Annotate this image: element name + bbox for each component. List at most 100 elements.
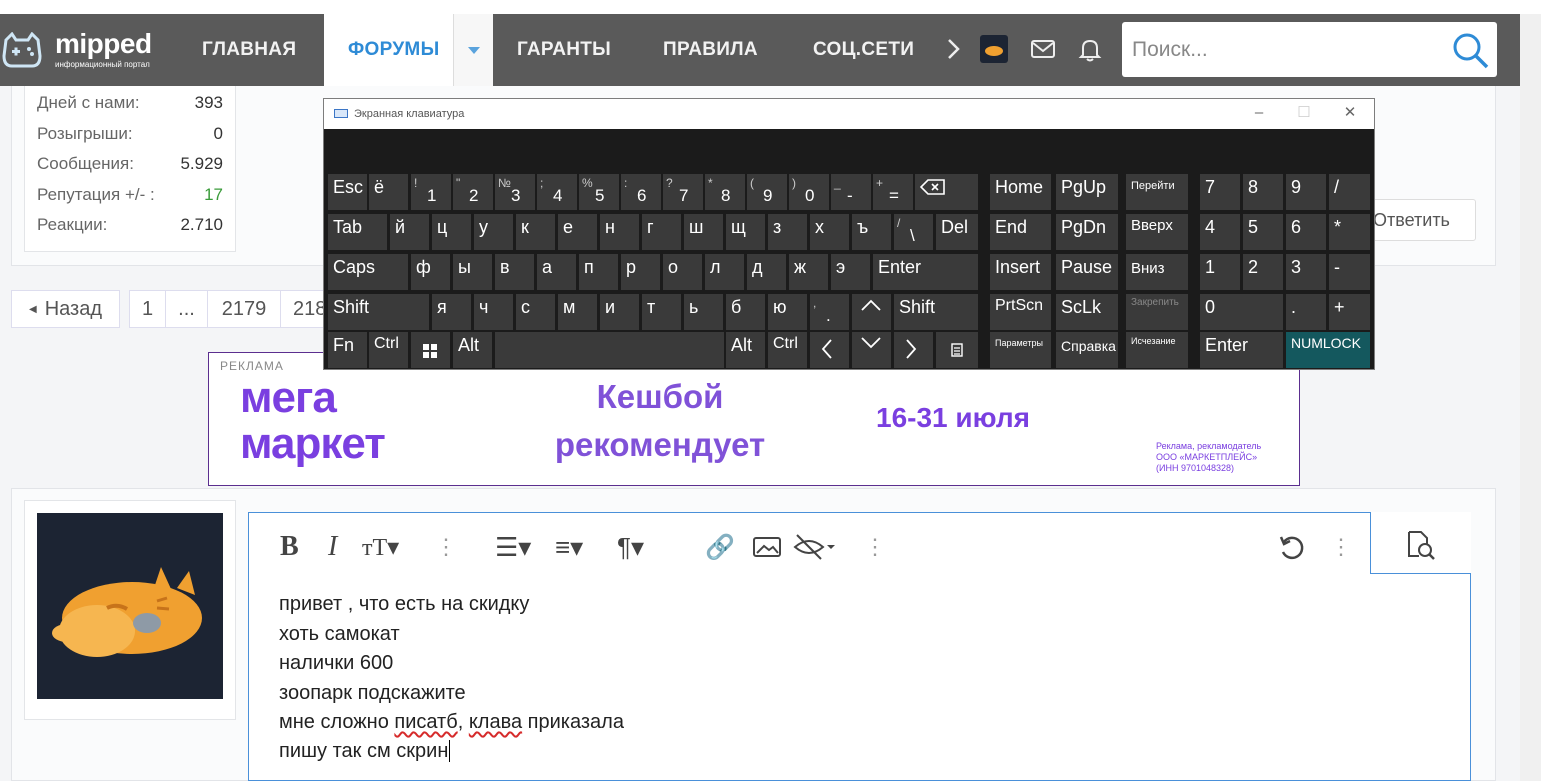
pager-page-1[interactable]: 1: [129, 290, 166, 328]
key-np7[interactable]: 7: [1200, 174, 1240, 210]
user-avatar-icon[interactable]: [980, 35, 1008, 63]
more-vertical-icon[interactable]: ⋮: [1330, 530, 1352, 564]
key-ctrl-right[interactable]: Ctrl: [768, 332, 807, 368]
minimize-icon[interactable]: –: [1249, 103, 1269, 123]
key-down[interactable]: Вниз: [1126, 254, 1188, 290]
key-insert[interactable]: Insert: [990, 254, 1051, 290]
key-up[interactable]: Вверх: [1126, 214, 1188, 250]
key-esc[interactable]: Esc: [328, 174, 367, 210]
key-ctrl-left[interactable]: Ctrl: [369, 332, 408, 368]
key-letter[interactable]: ф: [411, 254, 450, 290]
key-np6[interactable]: 6: [1286, 214, 1326, 250]
key-pgup[interactable]: PgUp: [1056, 174, 1118, 210]
image-icon[interactable]: [752, 535, 782, 559]
key-np0[interactable]: 0: [1200, 294, 1283, 330]
pager-page-next[interactable]: 218: [280, 290, 324, 328]
osk-titlebar[interactable]: Экранная клавиатура – ☐ ✕: [324, 99, 1374, 129]
key-2[interactable]: " 2: [453, 174, 493, 210]
key-np-divide[interactable]: /: [1329, 174, 1370, 210]
key-np-enter[interactable]: Enter: [1200, 332, 1283, 368]
key-arrow-left[interactable]: [810, 332, 849, 368]
key-windows[interactable]: [411, 332, 450, 368]
search-icon[interactable]: [1450, 30, 1490, 70]
key-letter[interactable]: ю: [768, 294, 807, 330]
key-dock[interactable]: Закрепить: [1126, 294, 1188, 330]
nav-rules[interactable]: ПРАВИЛА: [663, 14, 758, 86]
key-caps[interactable]: Caps: [328, 254, 408, 290]
key-3[interactable]: № 3: [495, 174, 535, 210]
key-arrow-down[interactable]: [852, 332, 891, 368]
key-end[interactable]: End: [990, 214, 1051, 250]
more-vertical-icon[interactable]: ⋮: [864, 530, 886, 564]
key-prtscn[interactable]: PrtScn: [990, 294, 1051, 330]
hidden-eye-icon[interactable]: [793, 533, 837, 561]
key-6[interactable]: :6: [621, 174, 661, 210]
key-np-add[interactable]: +: [1329, 294, 1370, 330]
key-yo[interactable]: ё: [369, 174, 408, 210]
key-shift-left[interactable]: Shift: [328, 294, 429, 330]
key-letter[interactable]: я: [432, 294, 471, 330]
misspelled-word[interactable]: клава: [469, 711, 522, 733]
key-letter[interactable]: ъ: [852, 214, 891, 250]
key-space[interactable]: [495, 332, 724, 368]
key-1[interactable]: ! 1: [411, 174, 451, 210]
key-np1[interactable]: 1: [1200, 254, 1240, 290]
key-letter[interactable]: л: [705, 254, 744, 290]
avatar[interactable]: [37, 513, 223, 699]
key-fade[interactable]: Исчезание: [1126, 332, 1188, 368]
key-letter[interactable]: р: [621, 254, 660, 290]
key-letter[interactable]: х: [810, 214, 849, 250]
key-period[interactable]: ,.: [810, 294, 849, 330]
nav-home[interactable]: ГЛАВНАЯ: [202, 14, 296, 86]
key-goto[interactable]: Перейти: [1126, 174, 1188, 210]
link-icon[interactable]: 🔗: [705, 530, 735, 564]
key-np9[interactable]: 9: [1286, 174, 1326, 210]
font-size-icon[interactable]: тT▾: [362, 530, 399, 564]
key-minus[interactable]: _ -: [831, 174, 871, 210]
italic-icon[interactable]: I: [328, 530, 337, 564]
key-letter[interactable]: н: [600, 214, 639, 250]
key-menu[interactable]: [936, 332, 978, 368]
key-letter[interactable]: ч: [474, 294, 513, 330]
key-backslash[interactable]: / \: [894, 214, 933, 250]
key-letter[interactable]: а: [537, 254, 576, 290]
key-letter[interactable]: м: [558, 294, 597, 330]
nav-social[interactable]: СОЦ.СЕТИ: [813, 14, 923, 86]
key-4[interactable]: ; 4: [537, 174, 577, 210]
key-pause[interactable]: Pause: [1056, 254, 1118, 290]
nav-forums[interactable]: ФОРУМЫ: [324, 14, 454, 86]
close-icon[interactable]: ✕: [1340, 103, 1360, 123]
key-letter[interactable]: й: [390, 214, 429, 250]
key-letter[interactable]: с: [516, 294, 555, 330]
key-letter[interactable]: ц: [432, 214, 471, 250]
list-icon[interactable]: ☰▾: [495, 530, 531, 564]
bold-icon[interactable]: B: [280, 530, 299, 564]
key-letter[interactable]: п: [579, 254, 618, 290]
pager-ellipsis[interactable]: ...: [165, 290, 208, 328]
key-letter[interactable]: щ: [726, 214, 765, 250]
key-home[interactable]: Home: [990, 174, 1051, 210]
key-sclk[interactable]: ScLk: [1056, 294, 1118, 330]
site-logo[interactable]: mipped информационный портал: [0, 14, 180, 86]
key-np8[interactable]: 8: [1243, 174, 1283, 210]
key-shift-right[interactable]: Shift: [894, 294, 978, 330]
key-letter[interactable]: з: [768, 214, 807, 250]
key-letter[interactable]: к: [516, 214, 555, 250]
key-letter[interactable]: г: [642, 214, 681, 250]
mail-icon[interactable]: [1030, 36, 1056, 62]
key-np-multiply[interactable]: *: [1329, 214, 1370, 250]
search-input[interactable]: Поиск...: [1122, 22, 1497, 77]
misspelled-word[interactable]: писатб: [394, 711, 457, 733]
undo-icon[interactable]: [1277, 533, 1307, 563]
key-help[interactable]: Справка: [1056, 332, 1118, 368]
key-5[interactable]: % 5: [579, 174, 619, 210]
forums-dropdown-toggle[interactable]: [453, 14, 493, 86]
key-0[interactable]: ) 0: [789, 174, 829, 210]
key-alt-right[interactable]: Alt: [726, 332, 765, 368]
key-np5[interactable]: 5: [1243, 214, 1283, 250]
page-scrollbar[interactable]: [1520, 14, 1541, 781]
key-equals[interactable]: + =: [873, 174, 913, 210]
key-letter[interactable]: т: [642, 294, 681, 330]
key-letter[interactable]: ь: [684, 294, 723, 330]
paragraph-icon[interactable]: ¶▾: [617, 530, 644, 564]
